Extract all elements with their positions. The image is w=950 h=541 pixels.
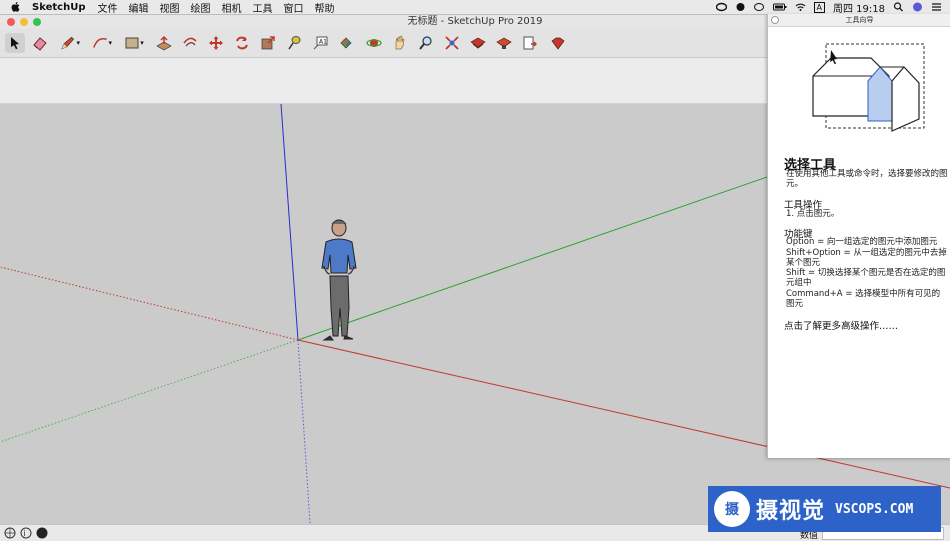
modifier-key-command-a: Command+A = 选择模型中所有可见的图元 (786, 289, 941, 309)
menu-view[interactable]: 视图 (159, 0, 179, 15)
pan-icon (395, 35, 405, 50)
tape-measure-tool-button[interactable] (284, 33, 304, 53)
rotate-icon (236, 36, 248, 50)
push-pull-tool-button[interactable] (154, 33, 174, 53)
paint-bucket-icon (340, 37, 352, 49)
extension-warehouse-button[interactable] (494, 33, 514, 53)
rectangle-icon (125, 37, 139, 49)
extension-manager-icon (551, 37, 565, 50)
3d-warehouse-icon (470, 37, 486, 49)
menu-camera[interactable]: 相机 (221, 0, 241, 15)
menu-tools[interactable]: 工具 (252, 0, 272, 15)
zoom-window-button[interactable] (33, 18, 41, 26)
orbit-icon (366, 39, 382, 47)
menu-edit[interactable]: 编辑 (128, 0, 148, 15)
rotate-tool-button[interactable] (232, 33, 252, 53)
blue-axis-positive (280, 104, 299, 341)
scale-icon (261, 36, 275, 50)
eraser-tool-button[interactable] (30, 33, 50, 53)
menu-window[interactable]: 窗口 (283, 0, 303, 15)
zoom-tool-button[interactable] (416, 33, 436, 53)
green-axis-positive (297, 176, 768, 341)
rectangle-tool-button[interactable]: ▾ (124, 33, 144, 53)
red-axis-negative (0, 266, 299, 341)
arc-icon (93, 38, 107, 48)
text-tool-button[interactable]: A1 (310, 33, 330, 53)
close-panel-button[interactable] (771, 16, 779, 24)
arc-tool-button[interactable]: ▾ (92, 33, 112, 53)
geo-location-icon[interactable] (4, 527, 16, 539)
menu-file[interactable]: 文件 (97, 0, 117, 15)
dropdown-arrow-icon[interactable]: ▾ (108, 39, 112, 47)
green-axis-negative (0, 339, 299, 443)
status-menus: A 周四 19:18 (715, 0, 942, 15)
3d-warehouse-button[interactable] (468, 33, 488, 53)
instructor-title-bar: 工具向导 (768, 14, 950, 27)
wechat-icon[interactable] (753, 2, 765, 12)
input-method-indicator[interactable]: A (813, 1, 825, 13)
move-tool-button[interactable] (206, 33, 226, 53)
notification-center-icon[interactable] (931, 2, 942, 12)
dropdown-arrow-icon[interactable]: ▾ (76, 39, 80, 47)
watermark-cn-text: 摄视觉 (756, 499, 826, 524)
operation-steps: 1. 点击图元。 (786, 209, 840, 219)
zoom-icon (419, 36, 432, 50)
select-arrow-icon (11, 37, 19, 50)
minimize-window-button[interactable] (20, 18, 28, 26)
scale-tool-button[interactable] (258, 33, 278, 53)
blue-axis-negative (297, 339, 311, 524)
clock[interactable]: 周四 19:18 (833, 0, 885, 15)
user-account-icon[interactable] (36, 527, 48, 539)
extension-manager-button[interactable] (548, 33, 568, 53)
paint-bucket-tool-button[interactable] (336, 33, 356, 53)
credits-icon[interactable]: i (20, 527, 32, 539)
battery-icon[interactable] (772, 2, 787, 12)
orbit-tool-button[interactable] (364, 33, 384, 53)
pan-tool-button[interactable] (390, 33, 410, 53)
move-icon (209, 36, 223, 50)
creative-cloud-icon[interactable] (715, 2, 727, 12)
apple-icon[interactable] (10, 1, 22, 13)
send-to-layout-button[interactable] (520, 33, 540, 53)
modifier-key-option: Option = 向一组选定的图元中添加图元 (786, 237, 938, 247)
tape-measure-icon (288, 36, 301, 50)
tool-description: 在使用其他工具或命令时，选择要修改的图元。 (786, 169, 948, 189)
wifi-icon[interactable] (795, 2, 806, 12)
eraser-icon (33, 37, 47, 51)
pencil-tool-button[interactable]: ▾ (60, 33, 80, 53)
watermark-banner: 摄 摄视觉 VSCOPS.COM (708, 486, 941, 532)
text-icon: A1 (313, 36, 328, 50)
spotlight-search-icon[interactable] (893, 2, 904, 12)
close-window-button[interactable] (7, 18, 15, 26)
svg-text:i: i (24, 529, 26, 538)
menu-help[interactable]: 帮助 (314, 0, 334, 15)
offset-icon (183, 37, 197, 47)
dropdown-arrow-icon[interactable]: ▾ (140, 39, 144, 47)
watermark-en-text: VSCOPS.COM (835, 501, 914, 517)
modifier-key-shift: Shift = 切换选择某个图元是否在选定的图元组中 (786, 268, 946, 288)
instructor-panel-title: 工具向导 (845, 16, 874, 24)
svg-text:A1: A1 (319, 39, 327, 46)
siri-icon[interactable] (912, 2, 923, 12)
zoom-extents-icon (445, 36, 459, 50)
watermark-logo: 摄 (714, 491, 750, 527)
send-to-layout-icon (523, 36, 537, 50)
modifier-key-shift-option: Shift+Option = 从一组选定的图元中去掉某个图元 (786, 248, 947, 268)
extension-warehouse-icon (496, 37, 512, 49)
menu-bar: SketchUp 文件 编辑 视图 绘图 相机 工具 窗口 帮助 A 周四 19… (0, 0, 950, 15)
notification-icon[interactable] (735, 2, 746, 12)
select-tool-illustration (812, 43, 925, 132)
select-tool-button[interactable] (5, 33, 25, 53)
instructor-panel: 工具向导 选择工具 在使用其他工具或命令时，选择要修改的图元。 工具操作 1. … (767, 14, 950, 458)
advanced-operations-link[interactable]: 点击了解更多高级操作…… (784, 318, 898, 332)
pencil-icon (61, 36, 75, 50)
push-pull-icon (156, 35, 172, 51)
window-title: 无标题 - SketchUp Pro 2019 (407, 16, 543, 27)
menu-draw[interactable]: 绘图 (190, 0, 210, 15)
offset-tool-button[interactable] (180, 33, 200, 53)
zoom-extents-tool-button[interactable] (442, 33, 462, 53)
app-menu[interactable]: SketchUp (32, 2, 85, 13)
